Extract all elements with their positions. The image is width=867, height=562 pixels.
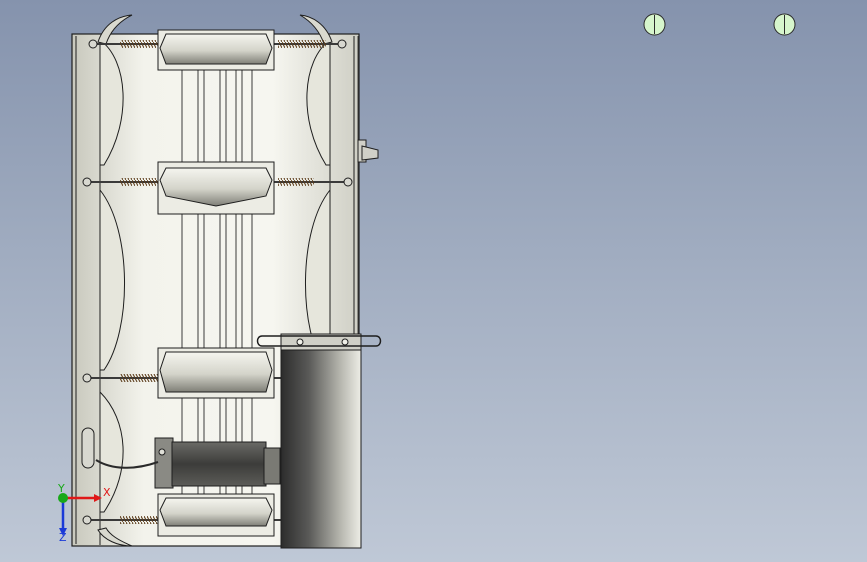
split-circle-icon: [643, 13, 666, 36]
cad-model-drawing[interactable]: [0, 0, 867, 562]
side-bracket: [357, 139, 379, 163]
orientation-triad[interactable]: X Y Z: [50, 482, 116, 544]
reference-marker-1[interactable]: [643, 13, 666, 36]
triad-y-label: Y: [58, 482, 65, 495]
triad-x-label: X: [103, 486, 111, 499]
reference-marker-2[interactable]: [773, 13, 796, 36]
triad-z-label: Z: [59, 531, 67, 544]
left-curved-panels: [99, 39, 126, 545]
graphics-viewport[interactable]: X Y Z: [0, 0, 867, 562]
split-circle-icon: [773, 13, 796, 36]
